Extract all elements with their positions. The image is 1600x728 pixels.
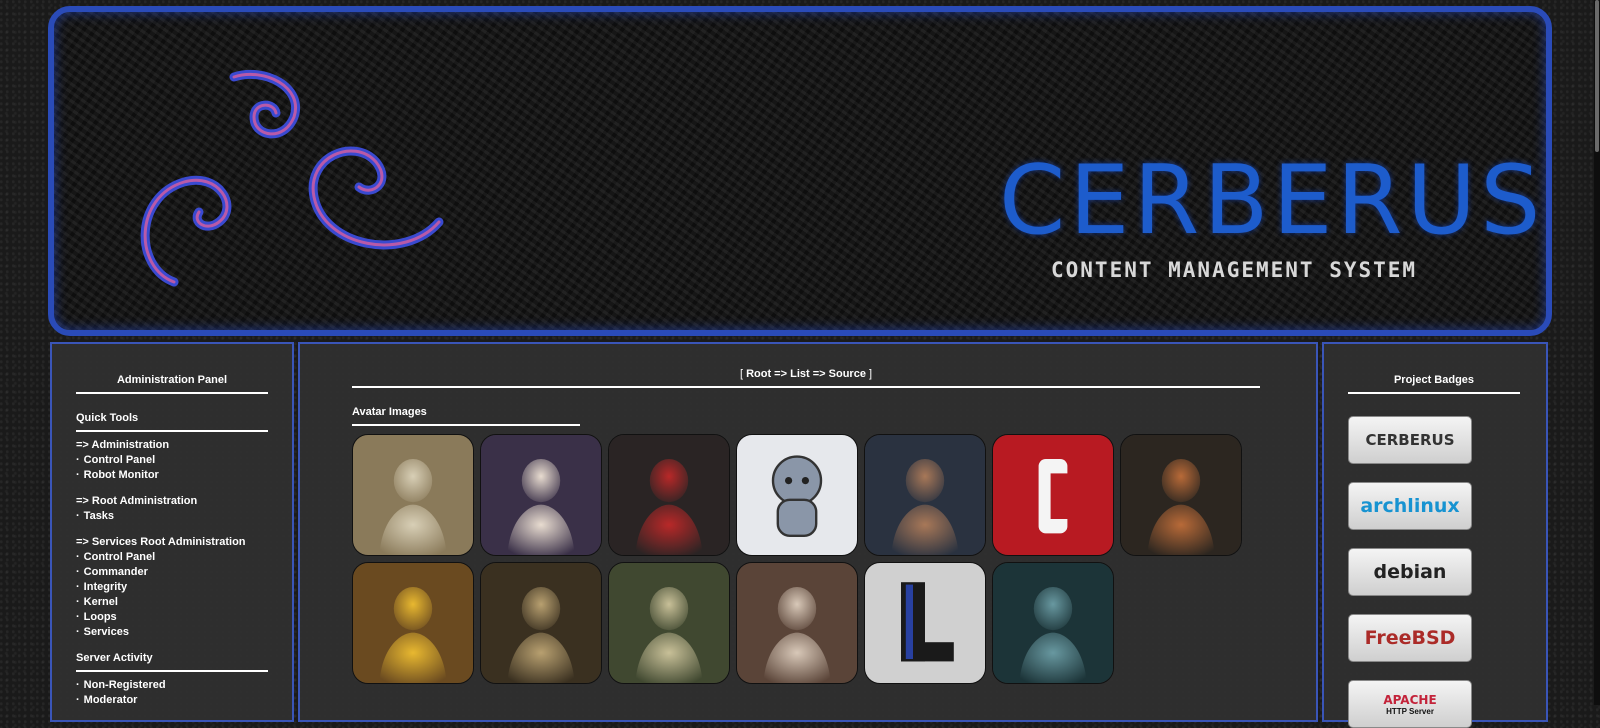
flower-maiden-avatar[interactable] [480,434,602,556]
zeus-avatar[interactable] [736,562,858,684]
scrollbar-thumb[interactable] [1595,0,1599,152]
avatar-image [353,435,473,555]
freebsd-badge[interactable]: FreeBSD [1348,614,1472,662]
menu-item-label: Robot Monitor [83,469,159,481]
avatar-image [609,435,729,555]
menu-item-label: Tasks [83,510,115,522]
menu-group-administration: => Administration · Control Panel · Robot … [76,438,268,483]
apache-badge[interactable]: APACHE HTTP Server [1348,680,1472,728]
breadcrumb-source-link[interactable]: Source [829,368,866,380]
avatar-image [609,563,729,683]
avatar-image [865,435,985,555]
sun-warrior-avatar[interactable] [352,562,474,684]
server-activity-list: · Non-Registered · Moderator [76,678,268,708]
administration-panel-title: Administration Panel [76,374,268,394]
main-content-panel: [ Root => List => Source ] Avatar Images [298,342,1318,722]
avatar-image [481,435,601,555]
breadcrumb-open-bracket: [ [739,368,743,380]
robot-monitor-link[interactable]: · Robot Monitor [76,468,268,483]
menu-item-label: Integrity [83,581,128,593]
breadcrumb-separator: => [774,368,788,380]
administration-panel: Administration Panel Quick Tools => Admi… [50,342,294,722]
server-activity-title: Server Activity [76,652,268,672]
services-root-administration-link[interactable]: => Services Root Administration [76,535,268,550]
menu-item-label: Control Panel [83,551,156,563]
badge-label: debian [1373,561,1447,583]
badge-label: FreeBSD [1364,627,1456,649]
poseidon-avatar[interactable] [992,562,1114,684]
badge-label: archlinux [1360,495,1460,517]
moderator-link[interactable]: · Moderator [76,693,268,708]
avatar-image [865,563,985,683]
non-registered-link[interactable]: · Non-Registered [76,678,268,693]
winged-warrior-avatar[interactable] [864,434,986,556]
avatar-image [353,563,473,683]
administration-link[interactable]: => Administration [76,438,268,453]
avatar-image [737,435,857,555]
forest-nymph-avatar[interactable] [608,562,730,684]
breadcrumb-list-link[interactable]: List [790,368,810,380]
menu-group-services-root: => Services Root Administration · Control… [76,535,268,640]
menu-item-label: Control Panel [83,454,156,466]
avatar-image [737,563,857,683]
services-link[interactable]: · Services [76,625,268,640]
flower-witch-avatar[interactable] [1120,434,1242,556]
tasks-link[interactable]: · Tasks [76,509,268,524]
integrity-link[interactable]: · Integrity [76,580,268,595]
breadcrumb-close-bracket: ] [869,368,873,380]
menu-item-label: Services [83,626,129,638]
services-control-panel-link[interactable]: · Control Panel [76,550,268,565]
badge-sublabel: HTTP Server [1386,706,1434,716]
cerberus-badge[interactable]: CERBERUS [1348,416,1472,464]
banner-subtitle: CONTENT MANAGEMENT SYSTEM [1051,258,1418,282]
breadcrumb: [ Root => List => Source ] [352,368,1260,388]
avatar-image [481,563,601,683]
menu-item-label: Non-Registered [83,679,166,691]
menu-item-label: Kernel [83,596,118,608]
archlinux-badge[interactable]: archlinux [1348,482,1472,530]
kernel-link[interactable]: · Kernel [76,595,268,610]
cerberus-mascot-avatar[interactable] [736,434,858,556]
avatar-images-heading: Avatar Images [352,406,580,426]
menu-item-label: Moderator [83,694,138,706]
commander-link[interactable]: · Commander [76,565,268,580]
quick-tools-title: Quick Tools [76,412,268,432]
control-panel-link[interactable]: · Control Panel [76,453,268,468]
project-badges-title: Project Badges [1348,374,1520,394]
archer-goddess-avatar[interactable] [352,434,474,556]
menu-item-label: Commander [83,566,148,578]
red-c-logo-avatar[interactable] [992,434,1114,556]
breadcrumb-root-link[interactable]: Root [746,368,771,380]
banner-title: CERBERUS [999,146,1545,256]
page-scrollbar[interactable] [1594,0,1600,705]
avatar-image [1121,435,1241,555]
breadcrumb-separator: => [812,368,826,380]
badge-label: APACHE [1383,692,1437,707]
debian-badge[interactable]: debian [1348,548,1472,596]
blue-l-logo-avatar[interactable] [864,562,986,684]
red-demon-avatar[interactable] [608,434,730,556]
root-administration-link[interactable]: => Root Administration [76,494,268,509]
project-badges-panel: Project Badges CERBERUS archlinux debian Fr… [1322,342,1548,728]
loops-link[interactable]: · Loops [76,610,268,625]
badge-label: CERBERUS [1365,431,1455,449]
site-banner: CERBERUS CONTENT MANAGEMENT SYSTEM [48,6,1552,336]
seated-goddess-avatar[interactable] [480,562,602,684]
avatar-image [993,435,1113,555]
avatar-image [993,563,1113,683]
triskelion-logo [140,69,444,287]
menu-group-root-administration: => Root Administration · Tasks [76,494,268,524]
menu-item-label: Loops [83,611,117,623]
